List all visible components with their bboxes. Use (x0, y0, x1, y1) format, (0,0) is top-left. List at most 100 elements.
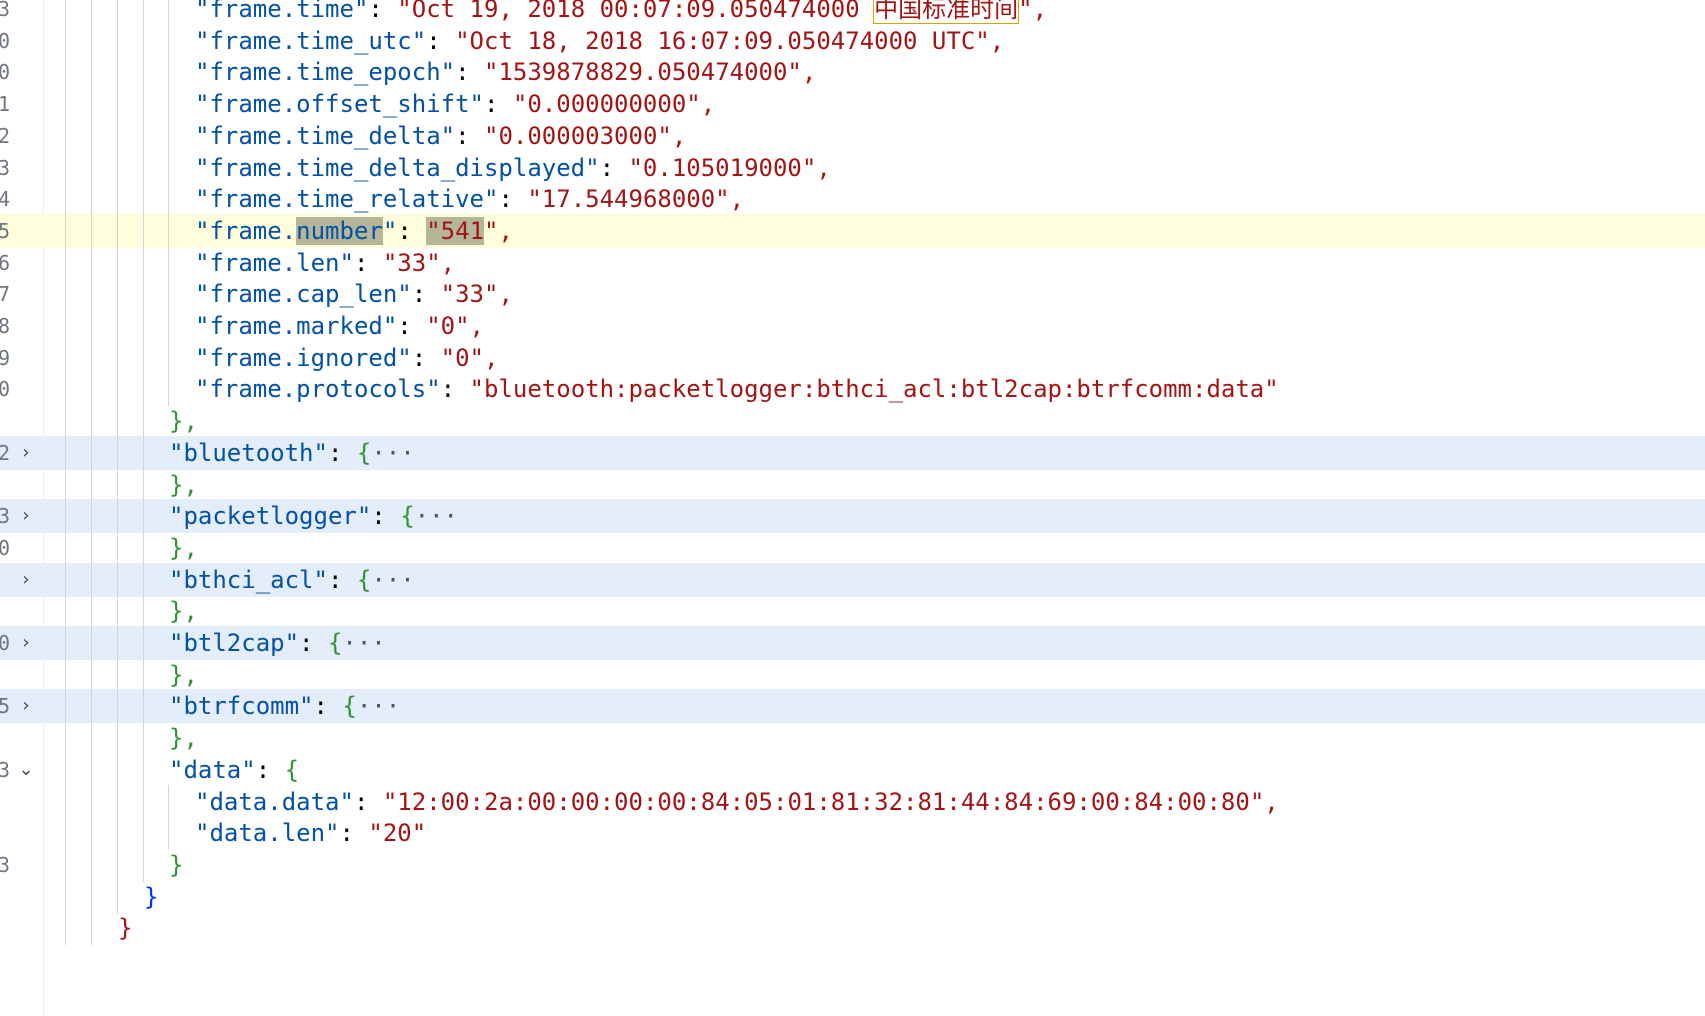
code-line[interactable]: }, (0, 404, 1705, 439)
folded-ellipsis[interactable]: ··· (415, 502, 458, 530)
data-section-header[interactable]: 3 ⌄ "data": { (0, 752, 1705, 787)
json-key: "frame.time" (195, 0, 369, 23)
indent-guide (117, 467, 118, 502)
chevron-down-icon[interactable]: ⌄ (15, 753, 37, 787)
folded-section[interactable]: › "bthci_acl": {··· (0, 562, 1705, 597)
code-line[interactable]: 0 "frame.time_epoch": "1539878829.0504740… (0, 55, 1705, 90)
code-line[interactable]: 4 "frame.time_relative": "17.544968000", (0, 182, 1705, 217)
indent-guide (117, 372, 118, 407)
code-line[interactable]: } (0, 879, 1705, 914)
code-editor[interactable]: 3 "frame.time": "Oct 19, 2018 00:07:09.05… (0, 0, 1705, 1016)
code-line[interactable]: 6 "frame.len": "33", (0, 245, 1705, 280)
code-line[interactable]: "data.data": "12:00:2a:00:00:00:00:84:05… (0, 784, 1705, 819)
folded-ellipsis[interactable]: ··· (371, 566, 414, 594)
code-line[interactable]: 3 "frame.time": "Oct 19, 2018 00:07:09.05… (0, 0, 1705, 26)
json-string: "Oct 19, 2018 00:07:09.050474000 中国标准时间"… (397, 0, 1047, 24)
code-line[interactable]: 9 "frame.ignored": "0", (0, 340, 1705, 375)
indent-guide (65, 87, 66, 122)
folded-ellipsis[interactable]: ··· (357, 692, 400, 720)
code-line[interactable]: }, (0, 721, 1705, 756)
code-line[interactable]: 0}, (0, 530, 1705, 565)
code-line[interactable]: 1 "frame.offset_shift": "0.000000000", (0, 87, 1705, 122)
indent-guide (143, 118, 144, 153)
folded-ellipsis[interactable]: ··· (371, 439, 414, 467)
indent-guide (65, 182, 66, 217)
chevron-right-icon[interactable]: › (15, 563, 37, 597)
code-line[interactable]: 0 "frame.time_utc": "Oct 18, 2018 16:07:0… (0, 23, 1705, 58)
indent-guide (91, 784, 92, 819)
code-line[interactable]: } (0, 911, 1705, 946)
code-text: } (169, 848, 183, 882)
colon: : (455, 121, 484, 150)
indent-guide (117, 594, 118, 629)
indent-guide (143, 23, 144, 58)
indent-guide (65, 689, 66, 724)
indent-guide (91, 0, 92, 26)
json-string: "12:00:2a:00:00:00:00:84:05:01:81:32:81:… (382, 787, 1279, 816)
indent-guide (91, 435, 92, 470)
code-line[interactable]: 8 "frame.marked": "0", (0, 309, 1705, 343)
indent-guide (143, 499, 144, 534)
json-key: "frame.time_delta" (195, 121, 456, 150)
folded-ellipsis[interactable]: ··· (342, 629, 385, 657)
indent-guide (65, 245, 66, 280)
json-string-part: "Oct 19, 2018 00:07:09.050474000 (397, 0, 875, 23)
json-string: ", (484, 216, 513, 245)
indent-guide (143, 150, 144, 185)
indent-guide (117, 23, 118, 58)
code-text: } (144, 880, 158, 914)
indent-guide (91, 23, 92, 58)
indent-guide (91, 689, 92, 724)
indent-guide (168, 23, 169, 58)
line-number: 0 (0, 28, 11, 53)
code-text: "bluetooth": {··· (169, 436, 415, 470)
line-number: 3 (0, 0, 11, 21)
chevron-right-icon[interactable]: › (15, 689, 37, 723)
indent-guide (91, 245, 92, 280)
code-line[interactable]: }, (0, 594, 1705, 629)
code-line[interactable]: 3 "frame.time_delta_displayed": "0.105019… (0, 150, 1705, 185)
indent-guide (65, 752, 66, 787)
indent-guide (65, 150, 66, 185)
json-key: "bluetooth" (169, 438, 328, 467)
indent-guide (117, 213, 118, 248)
code-text: }, (169, 531, 198, 565)
indent-guide (65, 499, 66, 534)
code-line[interactable]: 3} (0, 847, 1705, 882)
indent-guide (117, 784, 118, 819)
folded-section[interactable]: 0 › "btl2cap": {··· (0, 626, 1705, 660)
code-text: "packetlogger": {··· (169, 499, 458, 533)
code-text: "frame.time": "Oct 19, 2018 00:07:09.050… (195, 0, 1047, 26)
chevron-right-icon[interactable]: › (15, 626, 37, 660)
code-line[interactable]: 7 "frame.cap_len": "33", (0, 277, 1705, 312)
code-line[interactable]: }, (0, 467, 1705, 502)
json-key: "bthci_acl" (169, 565, 328, 594)
indent-guide (65, 0, 66, 26)
indent-guide (65, 626, 66, 660)
code-line[interactable]: "data.len": "20" (0, 816, 1705, 851)
indent-guide (65, 277, 66, 312)
chevron-right-icon[interactable]: › (15, 436, 37, 470)
indent-guide (168, 118, 169, 153)
code-text: }, (169, 468, 198, 502)
line-number: 0 (0, 631, 11, 655)
code-text: "btrfcomm": {··· (169, 689, 400, 723)
indent-guide (65, 404, 66, 439)
indent-guide (91, 340, 92, 375)
code-line[interactable]: }, (0, 657, 1705, 692)
folded-section[interactable]: 2 › "bluetooth": {··· (0, 435, 1705, 470)
code-line[interactable]: 2 "frame.time_delta": "0.000003000", (0, 118, 1705, 153)
json-key: "data.data" (195, 787, 354, 816)
indent-guide (168, 784, 169, 819)
indent-guide (91, 816, 92, 851)
chevron-right-icon[interactable]: › (15, 499, 37, 533)
json-key: "frame.time_utc" (195, 26, 427, 55)
code-text: "data.len": "20" (195, 816, 426, 850)
code-line[interactable]: 0 "frame.protocols": "bluetooth:packetlog… (0, 372, 1705, 407)
folded-section[interactable]: 3 › "packetlogger": {··· (0, 499, 1705, 534)
folded-section[interactable]: 5 › "btrfcomm": {··· (0, 689, 1705, 724)
opening-brace: { (284, 755, 300, 784)
current-line[interactable]: 5 "frame.number": "541", (0, 213, 1705, 248)
opening-brace: { (356, 438, 372, 467)
indent-guide (168, 309, 169, 343)
